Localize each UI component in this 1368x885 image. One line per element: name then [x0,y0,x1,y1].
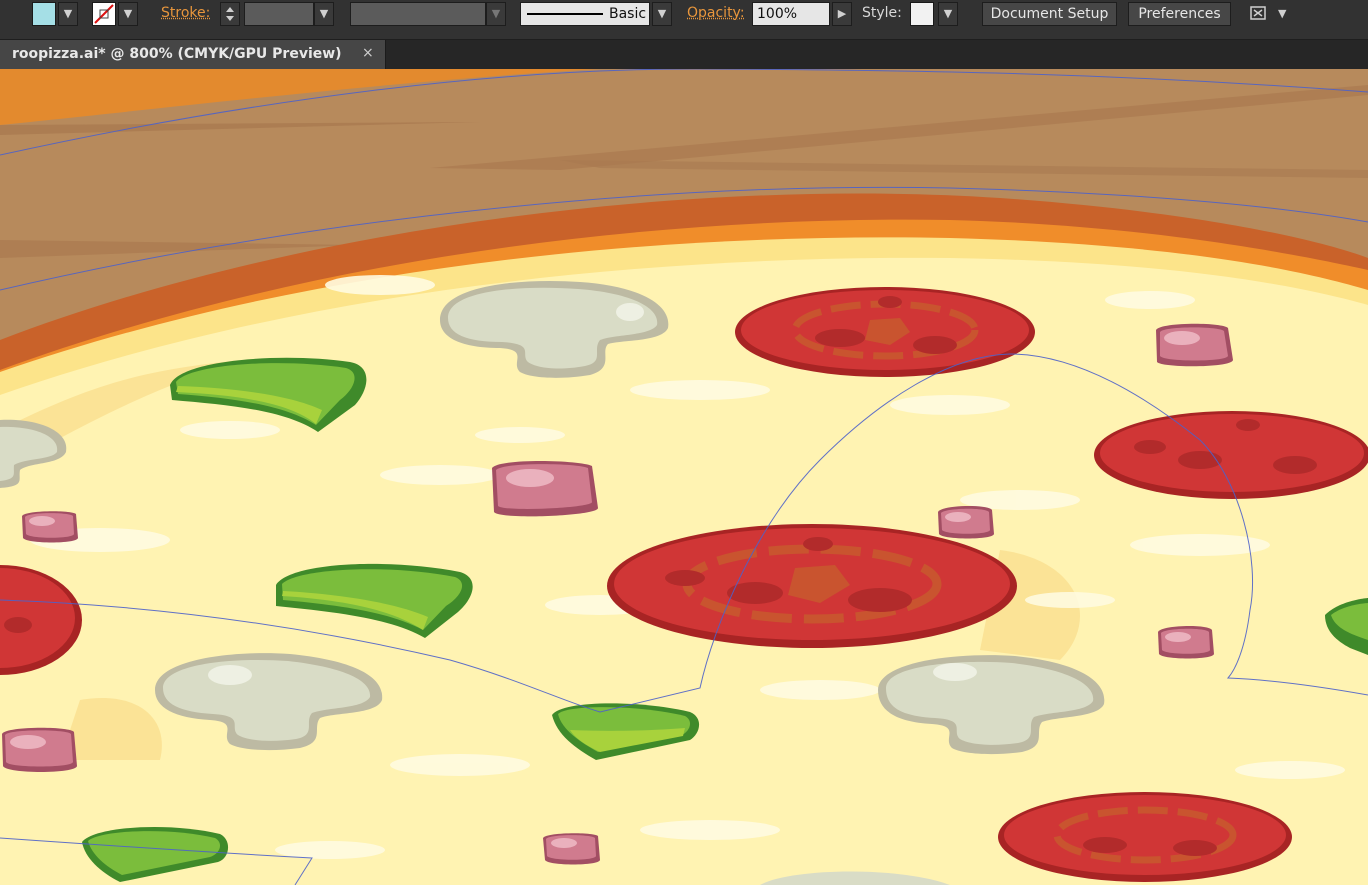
opacity-label[interactable]: Opacity: [687,5,745,21]
ham-topping [1158,626,1214,659]
arrange-documents-button[interactable] [1246,2,1274,26]
stroke-weight-input[interactable] [244,2,314,26]
graphic-style-swatch[interactable] [910,2,934,26]
ham-topping [22,511,78,543]
pepperoni-topping [735,287,1035,377]
style-label: Style: [862,5,902,21]
brush-dropdown-button[interactable]: ▼ [652,2,672,26]
ham-topping [492,461,598,517]
pepperoni-topping [607,524,1017,648]
opacity-slider-button[interactable]: ▶ [832,2,852,26]
brush-definition-field[interactable]: Basic [520,2,650,26]
stroke-weight-stepper[interactable] [220,2,240,26]
brush-name: Basic [609,6,647,22]
ham-topping [543,833,600,865]
stroke-label[interactable]: Stroke: [161,5,210,21]
variable-width-profile-field[interactable] [350,2,486,26]
brush-stroke-preview-icon [527,13,603,15]
ham-topping [2,727,77,772]
stepper-arrows-icon [226,7,234,21]
pepperoni-topping [998,792,1292,882]
fill-dropdown-button[interactable]: ▼ [58,2,78,26]
stroke-dropdown-button[interactable]: ▼ [118,2,138,26]
graphic-style-dropdown-button[interactable]: ▼ [938,2,958,26]
close-tab-icon[interactable]: × [362,45,374,61]
arrange-dropdown-button[interactable]: ▼ [1278,2,1296,26]
variable-width-dropdown-button[interactable]: ▼ [486,2,506,26]
stroke-color-swatch[interactable] [92,2,116,26]
no-stroke-icon [94,4,114,24]
document-tab[interactable]: roopizza.ai* @ 800% (CMYK/GPU Preview) × [0,40,386,69]
preferences-button[interactable]: Preferences [1128,2,1231,26]
document-tab-title: roopizza.ai* @ 800% (CMYK/GPU Preview) [12,46,342,62]
artboard-canvas[interactable] [0,69,1368,885]
stroke-weight-dropdown-button[interactable]: ▼ [314,2,334,26]
pizza-artwork [0,69,1368,885]
fill-color-swatch[interactable] [32,2,56,26]
document-tab-bar: roopizza.ai* @ 800% (CMYK/GPU Preview) × [0,40,1368,69]
control-bar: ▼ ▼ Stroke: ▼ ▼ Basic ▼ Opacity: 100% ▶ … [0,0,1368,40]
document-setup-button[interactable]: Document Setup [982,2,1117,26]
ham-topping [938,506,994,539]
arrange-documents-icon [1250,6,1266,20]
ham-topping [1156,323,1233,367]
opacity-input[interactable]: 100% [752,2,830,26]
